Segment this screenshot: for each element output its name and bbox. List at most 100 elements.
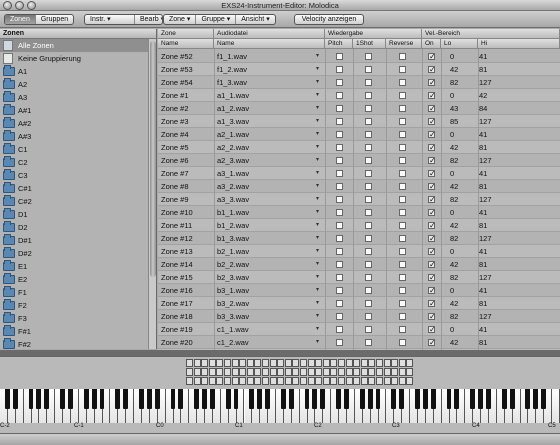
black-key[interactable]	[28, 389, 34, 409]
sidebar-item[interactable]: C#1	[0, 182, 148, 195]
zone-map-cell[interactable]	[292, 359, 300, 367]
pitch-checkbox[interactable]	[336, 157, 343, 164]
table-row[interactable]: Zone #16 b3_1.wav ▾ 0 41	[158, 284, 560, 297]
on-column-header[interactable]: On	[422, 39, 441, 49]
zone-name-cell[interactable]: Zone #20	[161, 336, 193, 349]
zone-map-cell[interactable]	[224, 368, 231, 376]
velocity-lo-cell[interactable]: 85	[450, 115, 458, 128]
zone-map-cell[interactable]	[322, 368, 330, 376]
zone-name-cell[interactable]: Zone #17	[161, 297, 193, 310]
black-key[interactable]	[115, 389, 121, 409]
black-key[interactable]	[359, 389, 365, 409]
audio-file-cell[interactable]: a1_2.wav	[217, 102, 249, 115]
chevron-down-icon[interactable]: ▾	[316, 180, 319, 193]
velocity-lo-cell[interactable]: 0	[450, 323, 454, 336]
zone-map-cell[interactable]	[398, 359, 406, 367]
black-key[interactable]	[446, 389, 452, 409]
reverse-checkbox[interactable]	[399, 183, 406, 190]
zone-map-cell[interactable]	[284, 368, 292, 376]
chevron-down-icon[interactable]: ▾	[316, 128, 319, 141]
audio-file-cell[interactable]: a3_1.wav	[217, 167, 249, 180]
zone-map-cell[interactable]	[330, 368, 338, 376]
zone-name-cell[interactable]: Zone #14	[161, 258, 193, 271]
zone-map-cell[interactable]	[186, 377, 193, 385]
oneshot-checkbox[interactable]	[365, 131, 372, 138]
zone-name-cell[interactable]: Zone #11	[161, 219, 192, 232]
oneshot-checkbox[interactable]	[365, 313, 372, 320]
table-row[interactable]: Zone #10 b1_1.wav ▾ 0 41	[158, 206, 560, 219]
zone-map-cell[interactable]	[254, 377, 262, 385]
zone-map-cell[interactable]	[368, 368, 376, 376]
black-key[interactable]	[304, 389, 310, 409]
velocity-lo-cell[interactable]: 42	[450, 297, 458, 310]
velocity-hi-cell[interactable]: 41	[479, 323, 487, 336]
velocity-hi-cell[interactable]: 81	[479, 219, 487, 232]
sidebar-item[interactable]: Alle Zonen	[0, 39, 148, 52]
zone-map-cell[interactable]	[277, 377, 285, 385]
velocity-lo-cell[interactable]: 42	[450, 219, 458, 232]
zone-map-cell[interactable]	[193, 359, 201, 367]
zone-map-cell[interactable]	[391, 368, 399, 376]
pitch-checkbox[interactable]	[336, 274, 343, 281]
velocity-lo-cell[interactable]: 0	[450, 206, 454, 219]
chevron-down-icon[interactable]: ▾	[316, 258, 319, 271]
oneshot-checkbox[interactable]	[365, 144, 372, 151]
zone-map-cell[interactable]	[391, 377, 399, 385]
zone-map-cell[interactable]	[300, 359, 307, 367]
on-checkbox[interactable]	[428, 297, 436, 310]
chevron-down-icon[interactable]: ▾	[316, 297, 319, 310]
zone-name-cell[interactable]: Zone #1	[161, 89, 189, 102]
zone-map-cell[interactable]	[231, 368, 239, 376]
pitch-column-header[interactable]: Pitch	[325, 39, 353, 49]
oneshot-checkbox[interactable]	[365, 300, 372, 307]
black-key[interactable]	[67, 389, 73, 409]
pitch-checkbox[interactable]	[336, 66, 343, 73]
zone-map-cell[interactable]	[383, 368, 391, 376]
black-key[interactable]	[138, 389, 144, 409]
sidebar-scrollbar[interactable]	[148, 39, 156, 349]
on-checkbox[interactable]	[428, 89, 436, 102]
chevron-down-icon[interactable]: ▾	[316, 284, 319, 297]
velocity-lo-cell[interactable]: 82	[450, 76, 458, 89]
velocity-lo-cell[interactable]: 82	[450, 154, 458, 167]
zone-map-cell[interactable]	[330, 377, 338, 385]
velocity-lo-cell[interactable]: 0	[450, 284, 454, 297]
reverse-checkbox[interactable]	[399, 287, 406, 294]
pitch-checkbox[interactable]	[336, 313, 343, 320]
velocity-lo-cell[interactable]: 82	[450, 271, 458, 284]
on-checkbox[interactable]	[428, 154, 436, 167]
velocity-hi-cell[interactable]: 81	[479, 336, 487, 349]
zone-map-cell[interactable]	[201, 359, 209, 367]
velocity-lo-cell[interactable]: 42	[450, 63, 458, 76]
audio-file-cell[interactable]: a2_3.wav	[217, 154, 249, 167]
velocity-lo-cell[interactable]: 82	[450, 232, 458, 245]
black-key[interactable]	[367, 389, 373, 409]
sidebar-item[interactable]: D2	[0, 221, 148, 234]
zone-map-cell[interactable]	[284, 359, 292, 367]
velocity-hi-cell[interactable]: 81	[479, 258, 487, 271]
pitch-checkbox[interactable]	[336, 339, 343, 346]
table-row[interactable]: Zone #20 c1_2.wav ▾ 42 81	[158, 336, 560, 349]
on-checkbox[interactable]	[428, 245, 436, 258]
zone-name-cell[interactable]: Zone #13	[161, 245, 193, 258]
velocity-hi-cell[interactable]: 41	[479, 128, 487, 141]
sidebar-item[interactable]: D1	[0, 208, 148, 221]
zone-name-cell[interactable]: Zone #54	[161, 76, 193, 89]
zone-map-cell[interactable]	[338, 377, 345, 385]
reverse-checkbox[interactable]	[399, 235, 406, 242]
black-key[interactable]	[533, 389, 539, 409]
table-row[interactable]: Zone #15 b2_3.wav ▾ 82 127	[158, 271, 560, 284]
chevron-down-icon[interactable]: ▾	[316, 193, 319, 206]
black-key[interactable]	[312, 389, 318, 409]
sidebar-item[interactable]: Keine Gruppierung	[0, 52, 148, 65]
oneshot-checkbox[interactable]	[365, 118, 372, 125]
velocity-lo-cell[interactable]: 0	[450, 245, 454, 258]
zone-map-cell[interactable]	[368, 359, 376, 367]
zone-name-cell[interactable]: Zone #6	[161, 154, 189, 167]
on-checkbox[interactable]	[428, 258, 436, 271]
black-key[interactable]	[541, 389, 547, 409]
audio-file-cell[interactable]: b1_3.wav	[217, 232, 249, 245]
black-key[interactable]	[486, 389, 491, 409]
zone-map-cell[interactable]	[292, 368, 300, 376]
velocity-hi-cell[interactable]: 81	[479, 297, 487, 310]
